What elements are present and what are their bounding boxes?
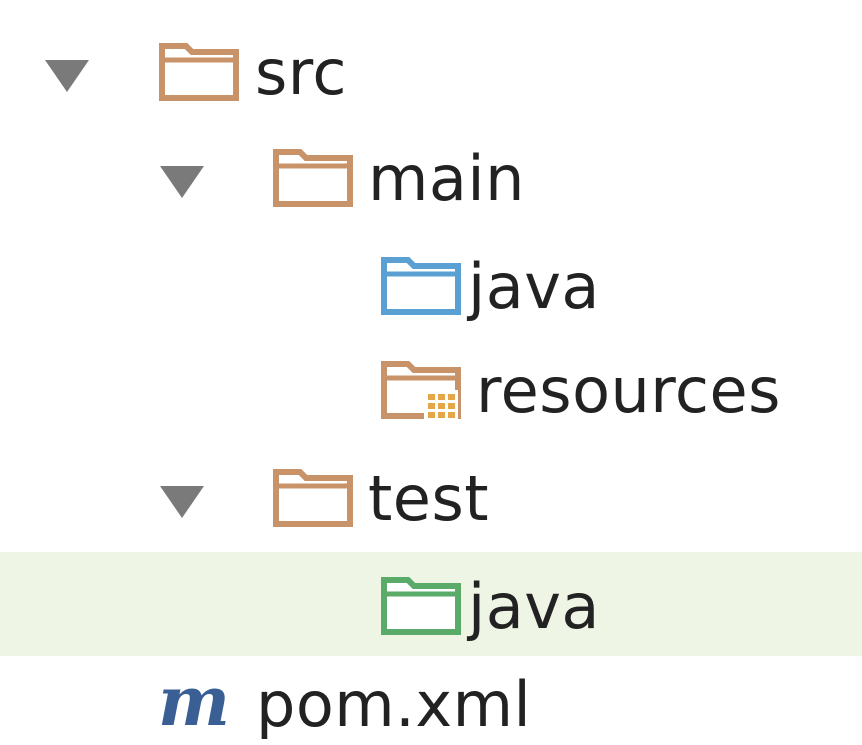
tree-row-pom[interactable]: m pom.xml <box>0 660 862 745</box>
tree-row-main[interactable]: main <box>0 128 862 228</box>
folder-icon <box>272 146 354 207</box>
folder-icon <box>158 40 240 101</box>
tree-label: test <box>368 462 490 535</box>
tree-row-test-java[interactable]: java <box>0 552 862 656</box>
project-tree: src main java resources test java m pom.… <box>0 0 862 745</box>
tree-label: java <box>468 570 600 643</box>
tree-label: src <box>255 36 348 109</box>
tree-row-main-java[interactable]: java <box>0 236 862 336</box>
tree-label: pom.xml <box>256 668 532 741</box>
maven-icon: m <box>158 662 230 742</box>
expand-arrow-icon[interactable] <box>160 166 204 198</box>
tree-row-test[interactable]: test <box>0 448 862 548</box>
expand-arrow-icon[interactable] <box>45 60 89 92</box>
tree-label: java <box>468 250 600 323</box>
test-sources-folder-icon <box>380 574 462 635</box>
tree-label: resources <box>476 354 781 427</box>
tree-label: main <box>368 142 525 215</box>
expand-arrow-icon[interactable] <box>160 486 204 518</box>
resources-folder-icon <box>380 358 462 424</box>
tree-row-resources[interactable]: resources <box>0 340 862 440</box>
sources-folder-icon <box>380 254 462 315</box>
tree-row-src[interactable]: src <box>0 22 862 122</box>
folder-icon <box>272 466 354 527</box>
